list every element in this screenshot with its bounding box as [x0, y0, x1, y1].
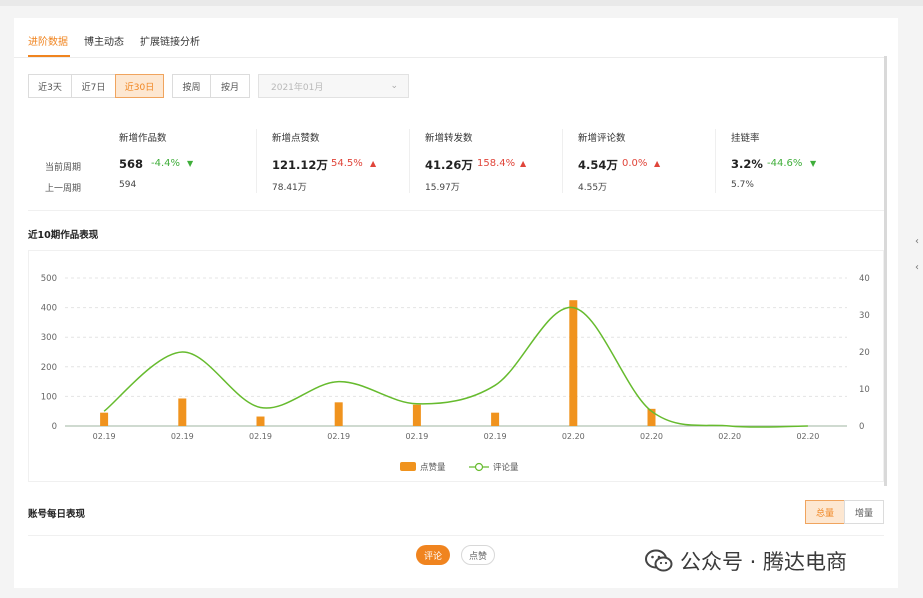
- y-left-tick-label: 400: [41, 304, 57, 314]
- bar: [256, 416, 265, 426]
- period-week-button[interactable]: 按周: [172, 74, 211, 98]
- metric-name: 挂链率: [731, 133, 760, 144]
- metric-change: 54.5%: [331, 158, 363, 169]
- watermark-text: 公众号 · 腾达电商: [680, 550, 848, 574]
- y-right-tick-label: 30: [859, 311, 870, 321]
- metric-previous: 594: [119, 180, 137, 190]
- range-30d-button[interactable]: 近30日: [115, 74, 164, 98]
- divider: [562, 129, 563, 193]
- range-7d-button[interactable]: 近7日: [71, 74, 116, 98]
- metric-current: 4.54万: [578, 158, 618, 172]
- down-arrow-icon: ▼: [810, 159, 817, 168]
- divider: [256, 129, 257, 193]
- chart-container: 0 100 200 300 400 500 0 10 20 30 40 02.19 02.19 02.19…: [28, 250, 884, 482]
- x-tick-label: 02.20: [640, 432, 663, 441]
- up-arrow-icon: ▲: [520, 159, 527, 168]
- metric-previous: 15.97万: [425, 183, 460, 193]
- bar: [178, 398, 187, 426]
- x-tick-label: 02.19: [93, 432, 116, 441]
- side-marker-icon: ‹: [915, 262, 919, 273]
- stats-panel: 当前周期 上一周期 新增作品数 568 -4.4% ▼ 594 新增点赞数 12…: [28, 115, 884, 211]
- watermark: 公众号 · 腾达电商: [644, 544, 847, 578]
- y-left-tick-label: 200: [41, 363, 57, 373]
- metric-name: 新增转发数: [425, 133, 473, 144]
- scrollbar[interactable]: [884, 56, 887, 486]
- y-right-tick-label: 40: [859, 274, 870, 284]
- metric-previous: 4.55万: [578, 183, 608, 193]
- y-right-tick-label: 20: [859, 348, 870, 358]
- metric-name: 新增作品数: [119, 133, 167, 144]
- x-tick-label: 02.19: [405, 432, 428, 441]
- increment-toggle-button[interactable]: 增量: [844, 500, 884, 524]
- metric-change: -44.6%: [767, 158, 803, 169]
- divider: [409, 129, 410, 193]
- metric-name: 新增点赞数: [272, 133, 320, 144]
- month-select-value: 2021年01月: [271, 82, 324, 93]
- total-toggle-button[interactable]: 总量: [805, 500, 845, 524]
- active-tab-underline: [28, 55, 70, 57]
- x-tick-label: 02.20: [796, 432, 819, 441]
- metric-link-rate: 挂链率 3.2% -44.6% ▼ 5.7%: [717, 115, 867, 211]
- up-arrow-icon: ▲: [654, 159, 661, 168]
- y-right-tick-label: 10: [859, 385, 870, 395]
- metric-new-shares: 新增转发数 41.26万 158.4% ▲ 15.97万: [411, 115, 561, 211]
- metric-previous: 5.7%: [731, 180, 754, 190]
- bar: [412, 404, 421, 426]
- legend-bar-swatch: [400, 462, 416, 471]
- bar: [100, 412, 109, 426]
- tab-link-analysis[interactable]: 扩展链接分析: [140, 33, 200, 48]
- y-left-tick-label: 500: [41, 274, 57, 284]
- up-arrow-icon: ▲: [370, 159, 377, 168]
- metric-current: 121.12万: [272, 158, 328, 172]
- comments-pill-button[interactable]: 评论: [416, 545, 450, 565]
- tab-blogger-activity[interactable]: 博主动态: [84, 33, 124, 48]
- legend-label: 点赞量: [420, 462, 446, 473]
- x-tick-label: 02.19: [171, 432, 194, 441]
- legend-label: 评论量: [493, 462, 519, 473]
- metric-new-comments: 新增评论数 4.54万 0.0% ▲ 4.55万: [564, 115, 714, 211]
- y-left-tick-label: 0: [52, 422, 57, 432]
- bar: [491, 412, 500, 426]
- metric-new-likes: 新增点赞数 121.12万 54.5% ▲ 78.41万: [258, 115, 408, 211]
- x-tick-label: 02.20: [562, 432, 585, 441]
- divider: [715, 129, 716, 193]
- metric-new-works: 新增作品数 568 -4.4% ▼ 594: [105, 115, 255, 211]
- metric-current: 3.2%: [731, 157, 763, 171]
- previous-period-label: 上一周期: [45, 184, 82, 194]
- side-marker-icon: ‹: [915, 236, 919, 247]
- wechat-icon: [645, 549, 673, 572]
- range-3d-button[interactable]: 近3天: [28, 74, 72, 98]
- y-left-tick-label: 100: [41, 392, 57, 402]
- month-select[interactable]: 2021年01月 ⌄: [258, 74, 409, 98]
- metric-previous: 78.41万: [272, 183, 307, 193]
- current-period-label: 当前周期: [45, 163, 82, 173]
- y-left-tick-label: 300: [41, 333, 57, 343]
- down-arrow-icon: ▼: [187, 159, 194, 168]
- metric-current: 568: [119, 157, 144, 171]
- chevron-down-icon: ⌄: [390, 81, 398, 91]
- metric-current: 41.26万: [425, 158, 473, 172]
- metric-change: 0.0%: [622, 158, 648, 169]
- x-tick-label: 02.19: [249, 432, 272, 441]
- y-right-tick-label: 0: [859, 422, 864, 432]
- metric-change: 158.4%: [477, 158, 516, 169]
- chart-section-title: 近10期作品表现: [28, 230, 99, 241]
- period-month-button[interactable]: 按月: [210, 74, 250, 98]
- top-strip: [0, 0, 923, 6]
- metric-name: 新增评论数: [578, 133, 626, 144]
- x-tick-label: 02.20: [718, 432, 741, 441]
- bar: [334, 402, 343, 426]
- daily-section-title: 账号每日表现: [28, 509, 86, 520]
- tab-bar: 进阶数据 博主动态 扩展链接分析: [14, 18, 887, 58]
- metric-change: -4.4%: [151, 158, 181, 169]
- tab-advanced-data[interactable]: 进阶数据: [28, 33, 68, 48]
- combo-chart: 0 100 200 300 400 500 0 10 20 30 40 02.19 02.19 02.19…: [41, 274, 870, 473]
- legend-line-marker: [474, 462, 484, 472]
- x-tick-label: 02.19: [484, 432, 507, 441]
- likes-pill-button[interactable]: 点赞: [461, 545, 495, 565]
- bar: [569, 300, 578, 426]
- x-tick-label: 02.19: [327, 432, 350, 441]
